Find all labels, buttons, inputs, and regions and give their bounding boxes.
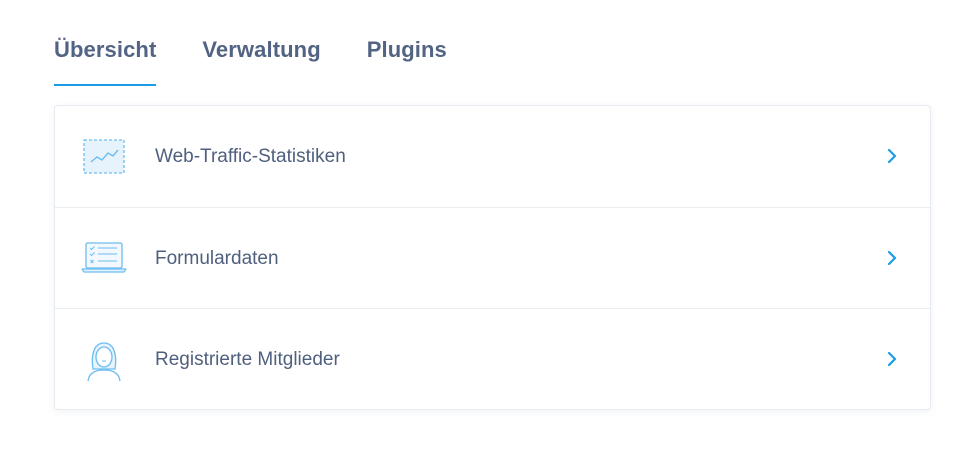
tab-bar: Übersicht Verwaltung Plugins (54, 30, 493, 88)
chevron-right-icon (887, 351, 897, 367)
member-icon (87, 342, 121, 382)
chevron-right-icon (887, 148, 897, 164)
list-item-registrierte-mitglieder[interactable]: Registrierte Mitglieder (55, 308, 930, 409)
overview-card: Web-Traffic-Statistiken Formulardaten Re (54, 105, 931, 410)
tab-uebersicht[interactable]: Übersicht (54, 30, 157, 88)
form-laptop-icon (81, 242, 127, 273)
list-item-formulardaten[interactable]: Formulardaten (55, 207, 930, 309)
item-label: Web-Traffic-Statistiken (155, 146, 346, 167)
tab-verwaltung[interactable]: Verwaltung (202, 30, 320, 88)
item-label: Formulardaten (155, 248, 279, 269)
chart-icon (83, 139, 125, 174)
tab-plugins[interactable]: Plugins (367, 30, 447, 88)
item-label: Registrierte Mitglieder (155, 349, 340, 370)
list-item-web-traffic[interactable]: Web-Traffic-Statistiken (55, 106, 930, 207)
chevron-right-icon (887, 250, 897, 266)
